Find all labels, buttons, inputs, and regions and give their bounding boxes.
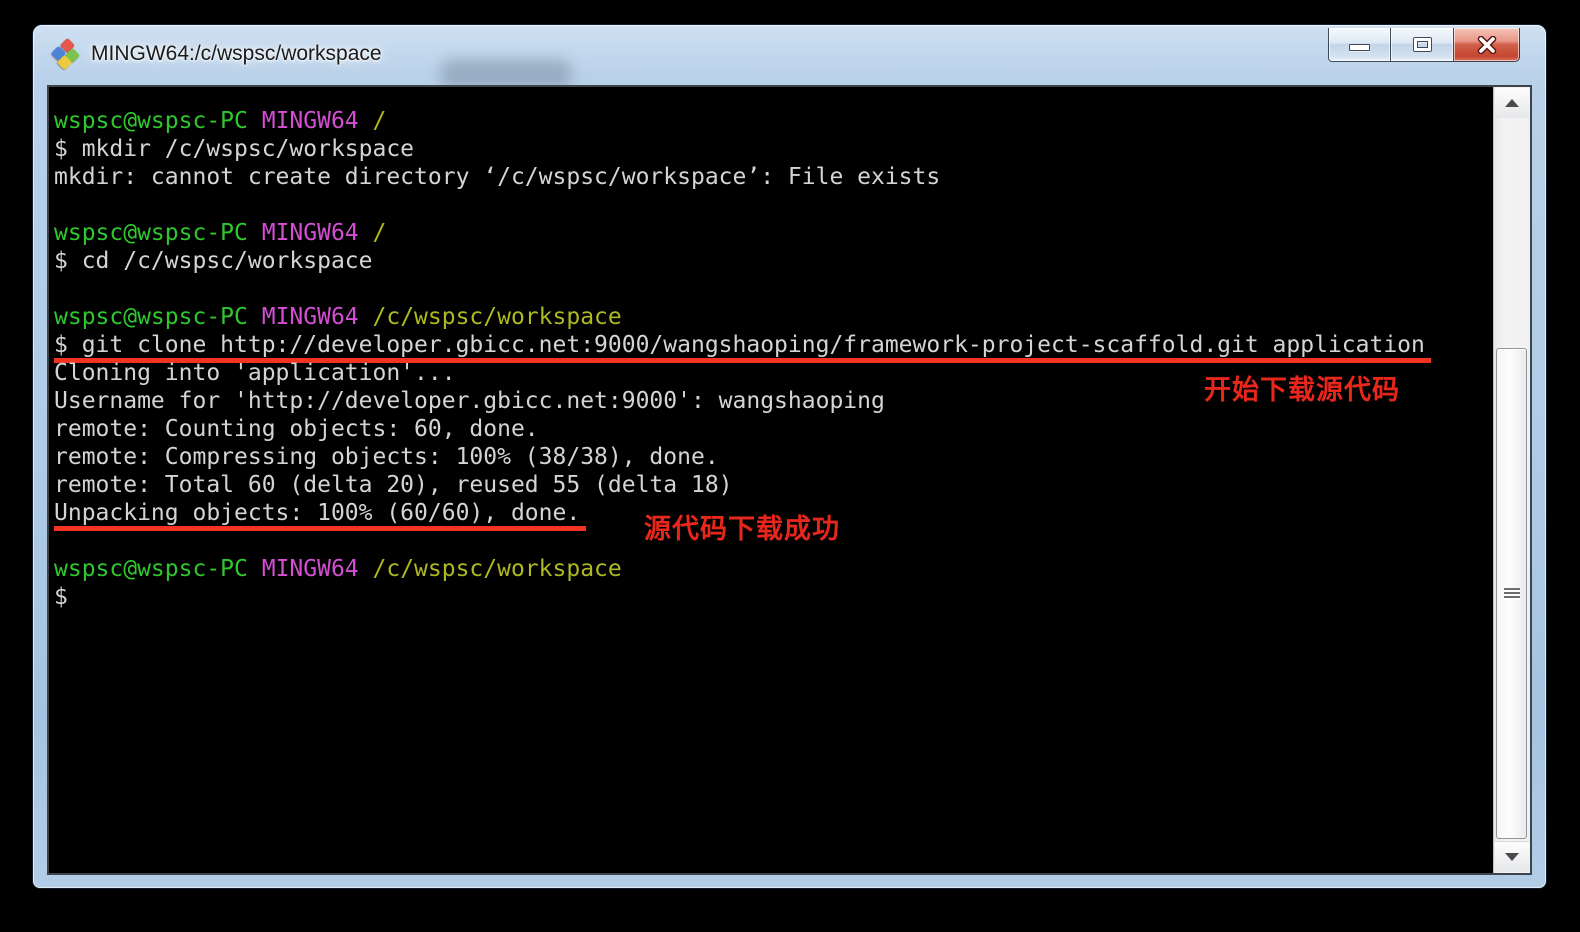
terminal-line: $ mkdir /c/wspsc/workspace (54, 135, 1489, 163)
terminal-line: $ (54, 583, 1489, 611)
triangle-down-icon (1505, 853, 1519, 861)
terminal-line: remote: Compressing objects: 100% (38/38… (54, 443, 1489, 471)
terminal-line: $ cd /c/wspsc/workspace (54, 247, 1489, 275)
annotation-text: 源代码下载成功 (644, 514, 840, 544)
terminal-output[interactable]: wspsc@wspsc-PC MINGW64 /$ mkdir /c/wspsc… (49, 87, 1493, 873)
scrollbar-track[interactable] (1493, 87, 1530, 873)
maximize-button[interactable] (1391, 28, 1454, 62)
window-title: MINGW64:/c/wspsc/workspace (91, 42, 382, 66)
scrollbar-up-button[interactable] (1495, 88, 1529, 118)
maximize-icon (1414, 38, 1431, 51)
terminal-line: mkdir: cannot create directory ‘/c/wspsc… (54, 163, 1489, 191)
msys-app-icon[interactable] (51, 40, 81, 70)
minimize-button[interactable] (1328, 28, 1391, 62)
terminal-line (54, 191, 1489, 219)
terminal-line: wspsc@wspsc-PC MINGW64 / (54, 219, 1489, 247)
minimize-icon (1349, 44, 1370, 51)
terminal-line: wspsc@wspsc-PC MINGW64 /c/wspsc/workspac… (54, 303, 1489, 331)
title-bar[interactable]: MINGW64:/c/wspsc/workspace (33, 25, 1546, 85)
triangle-up-icon (1505, 99, 1519, 107)
terminal-line: $ git clone http://developer.gbicc.net:9… (54, 331, 1489, 359)
terminal-client-area: wspsc@wspsc-PC MINGW64 /$ mkdir /c/wspsc… (47, 85, 1532, 875)
terminal-window: MINGW64:/c/wspsc/workspace wspsc@wspsc-P… (33, 25, 1546, 888)
terminal-line (54, 275, 1489, 303)
terminal-line: wspsc@wspsc-PC MINGW64 /c/wspsc/workspac… (54, 555, 1489, 583)
window-controls (1328, 28, 1520, 62)
terminal-line: remote: Counting objects: 60, done. (54, 415, 1489, 443)
scrollbar-down-button[interactable] (1495, 841, 1529, 872)
terminal-line: wspsc@wspsc-PC MINGW64 / (54, 107, 1489, 135)
annotation-text: 开始下载源代码 (1204, 375, 1400, 405)
scrollbar-grip-icon (1504, 588, 1520, 600)
red-underlined-text: Unpacking objects: 100% (60/60), done. (54, 500, 586, 531)
terminal-line: remote: Total 60 (delta 20), reused 55 (… (54, 471, 1489, 499)
scrollbar-thumb[interactable] (1496, 348, 1527, 839)
close-icon (1473, 36, 1501, 54)
close-button[interactable] (1454, 28, 1520, 62)
